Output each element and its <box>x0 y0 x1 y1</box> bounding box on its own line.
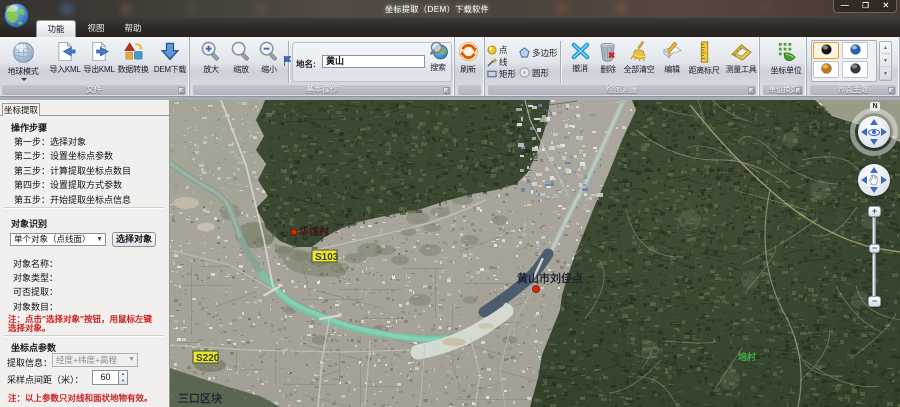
svg-text:华馆村: 华馆村 <box>299 225 329 238</box>
svg-text:S220: S220 <box>196 353 220 364</box>
svg-text:三口区块: 三口区块 <box>178 391 223 405</box>
svg-text:黄山市刘佳点: 黄山市刘佳点 <box>517 271 583 285</box>
svg-text:培村: 培村 <box>738 351 756 362</box>
svg-text:S103: S103 <box>315 252 339 263</box>
